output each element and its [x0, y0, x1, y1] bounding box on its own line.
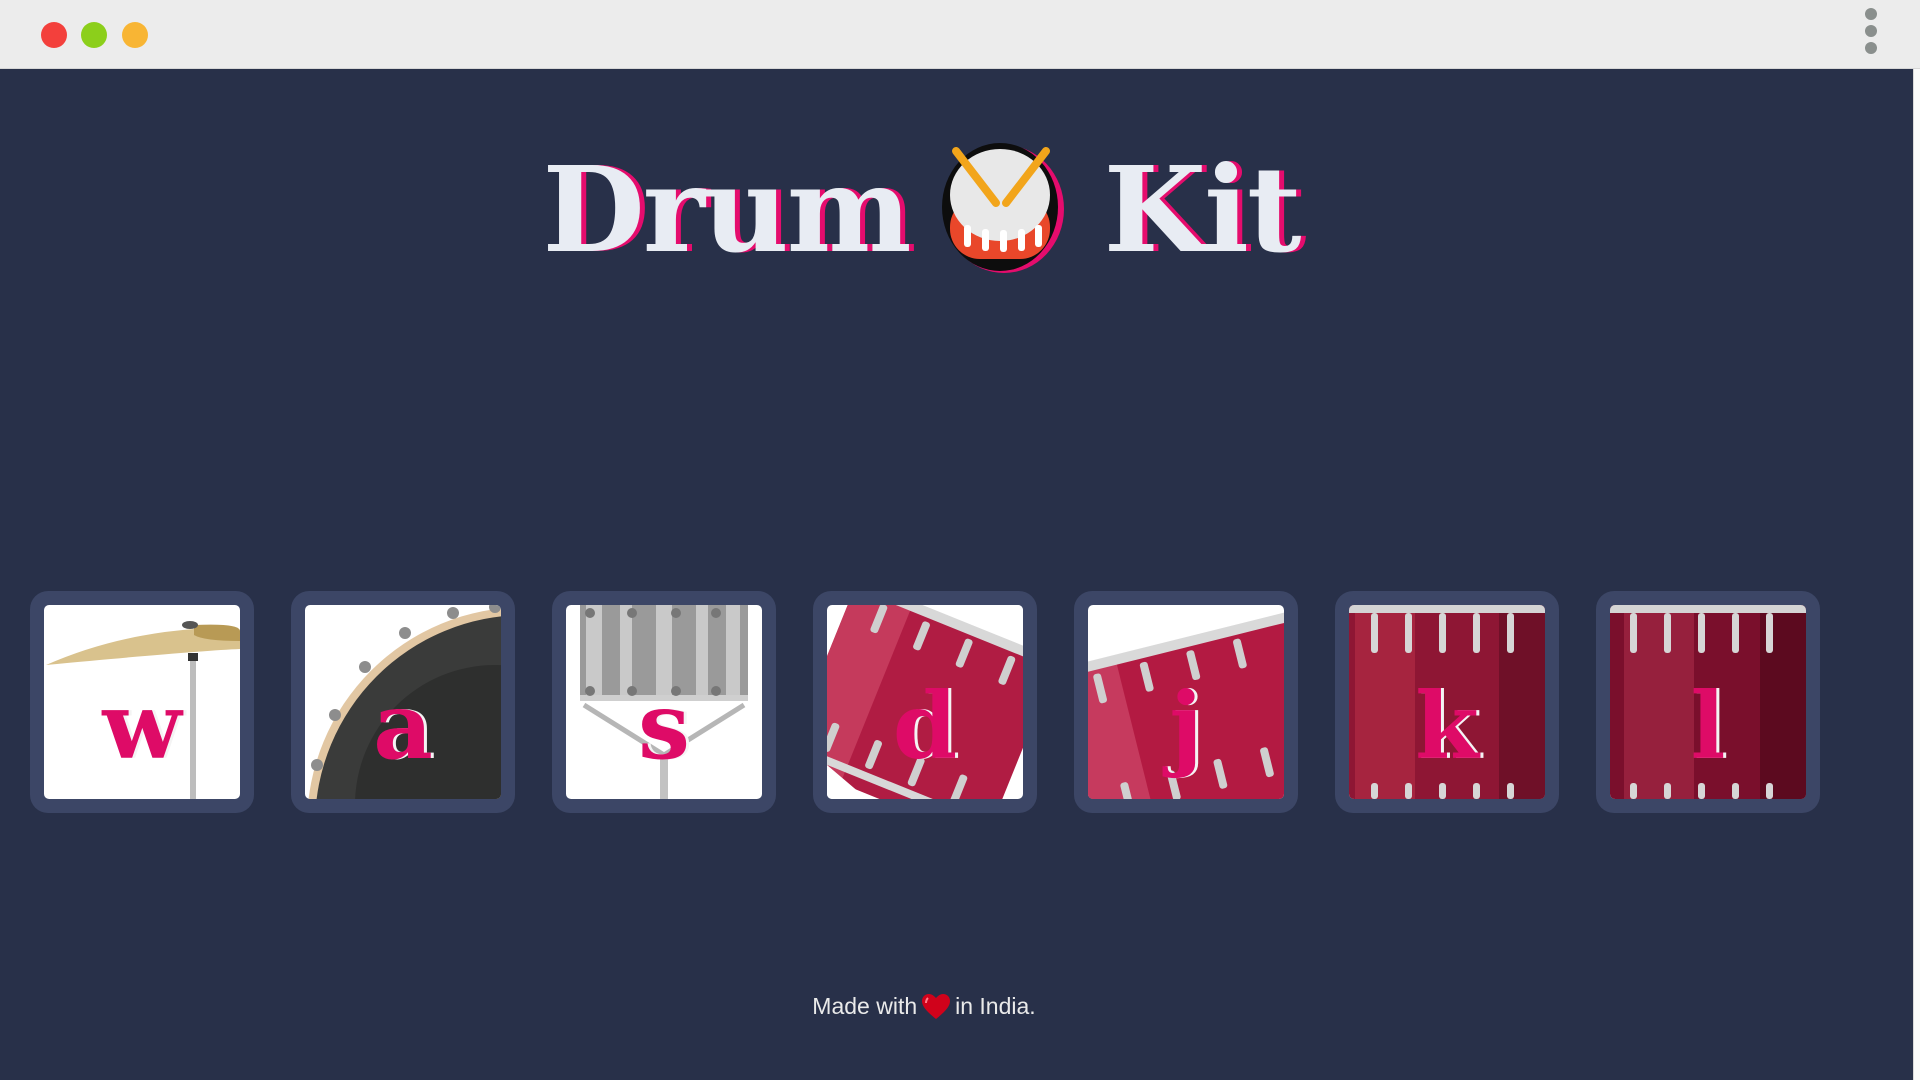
footer-text-after: in India.: [955, 993, 1036, 1019]
drum-key-label: l: [1690, 672, 1726, 780]
drum-image-kick: a: [305, 605, 501, 799]
drum-image-snare: s: [566, 605, 762, 799]
drum-image-crash: w: [44, 605, 240, 799]
maximize-window-button[interactable]: [122, 22, 148, 48]
page-body: Drum Kit w a s d j k l: [0, 69, 1913, 1080]
heart-icon: [922, 994, 951, 1020]
window-titlebar: [0, 0, 1920, 69]
footer-text-before: Made with: [812, 993, 918, 1019]
drum-pad-k[interactable]: k: [1335, 591, 1559, 813]
drum-key-label: d: [892, 672, 958, 780]
drum-pad-d[interactable]: d: [813, 591, 1037, 813]
drum-key-label: w: [102, 672, 182, 780]
drum-pad-j[interactable]: j: [1074, 591, 1298, 813]
drum-pad-s[interactable]: s: [552, 591, 776, 813]
drum-key-label: s: [638, 672, 690, 780]
drum-emoji-icon: [941, 137, 1066, 273]
footer: Made with in India.: [0, 993, 1848, 1020]
drum-pad-a[interactable]: a: [291, 591, 515, 813]
drum-key-label: a: [373, 672, 433, 780]
kebab-menu-icon[interactable]: [1864, 8, 1878, 60]
drum-image-tom-4: l: [1610, 605, 1806, 799]
title-word-kit: Kit: [1103, 140, 1302, 279]
drum-image-tom-1: d: [827, 605, 1023, 799]
drum-image-tom-3: k: [1349, 605, 1545, 799]
drum-image-tom-2: j: [1088, 605, 1284, 799]
scrollbar-track[interactable]: [1913, 69, 1920, 1080]
page-title: Drum Kit: [0, 137, 1842, 279]
drum-pad-l[interactable]: l: [1596, 591, 1820, 813]
minimize-window-button[interactable]: [81, 22, 107, 48]
drum-key-label: k: [1415, 672, 1479, 780]
title-word-drum: Drum: [542, 140, 911, 279]
drum-key-label: j: [1169, 672, 1203, 780]
drum-pad-w[interactable]: w: [30, 591, 254, 813]
close-window-button[interactable]: [41, 22, 67, 48]
